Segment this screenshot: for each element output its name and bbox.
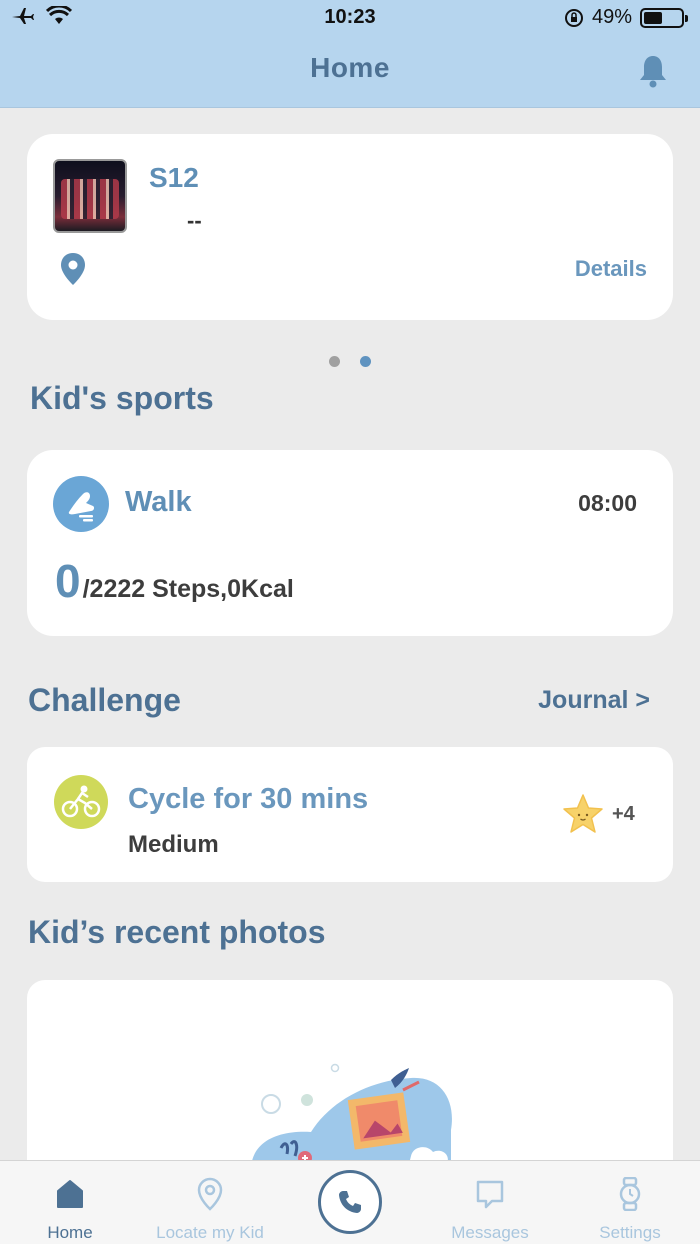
location-pin-icon bbox=[197, 1177, 223, 1211]
sports-section-title: Kid's sports bbox=[30, 380, 214, 416]
tab-home-label: Home bbox=[47, 1223, 93, 1242]
sports-card[interactable]: Walk 08:00 0 /2222 Steps,0Kcal bbox=[27, 450, 673, 636]
pager-dot-active[interactable] bbox=[360, 356, 371, 367]
cycle-icon bbox=[54, 775, 108, 829]
tab-home[interactable]: Home bbox=[0, 1161, 140, 1244]
watch-icon bbox=[619, 1177, 641, 1211]
page-title: Home bbox=[310, 52, 390, 83]
call-button[interactable] bbox=[318, 1170, 382, 1234]
device-avatar[interactable] bbox=[53, 159, 127, 233]
tab-messages[interactable]: Messages bbox=[420, 1161, 560, 1244]
tab-locate-label: Locate my Kid bbox=[156, 1223, 264, 1242]
device-name: S12 bbox=[149, 162, 199, 193]
challenge-name: Cycle for 30 mins bbox=[128, 783, 369, 815]
battery-fill bbox=[644, 11, 662, 24]
challenge-card[interactable]: Cycle for 30 mins Medium +4 bbox=[27, 747, 673, 882]
activity-time: 08:00 bbox=[578, 490, 637, 516]
journal-link[interactable]: Journal > bbox=[538, 686, 650, 715]
top-bar: 10:23 49% Home bbox=[0, 0, 700, 108]
tab-messages-label: Messages bbox=[451, 1223, 529, 1242]
home-icon bbox=[57, 1180, 83, 1208]
phone-icon bbox=[339, 1191, 361, 1213]
tab-locate[interactable]: Locate my Kid bbox=[140, 1161, 280, 1244]
rotation-lock-icon bbox=[564, 8, 583, 27]
battery-percent: 49% bbox=[591, 6, 632, 28]
activity-label: Walk bbox=[125, 486, 192, 518]
steps-summary: 0 /2222 Steps,0Kcal bbox=[55, 554, 294, 608]
pager-dots bbox=[0, 356, 700, 367]
steps-value: 0 bbox=[55, 555, 81, 607]
device-subtitle: -- bbox=[187, 208, 202, 233]
device-card[interactable]: S12 -- Details bbox=[27, 134, 673, 320]
details-link[interactable]: Details bbox=[575, 256, 647, 282]
battery-icon bbox=[640, 7, 688, 28]
location-pin-icon[interactable] bbox=[59, 252, 87, 286]
steps-goal-text: /2222 Steps,0Kcal bbox=[82, 575, 294, 603]
tab-settings-label: Settings bbox=[599, 1223, 661, 1242]
challenge-section-title: Challenge bbox=[28, 682, 181, 718]
status-bar: 10:23 49% bbox=[0, 0, 700, 36]
bell-icon[interactable] bbox=[638, 54, 668, 88]
star-icon bbox=[563, 794, 603, 833]
empty-photos-illustration bbox=[251, 1063, 452, 1170]
tab-settings[interactable]: Settings bbox=[560, 1161, 700, 1244]
walk-icon bbox=[53, 476, 109, 532]
challenge-level: Medium bbox=[128, 831, 219, 858]
chat-bubble-icon bbox=[476, 1180, 504, 1209]
photos-section-title: Kid’s recent photos bbox=[28, 914, 326, 950]
challenge-points: +4 bbox=[612, 803, 635, 825]
pager-dot[interactable] bbox=[329, 356, 340, 367]
